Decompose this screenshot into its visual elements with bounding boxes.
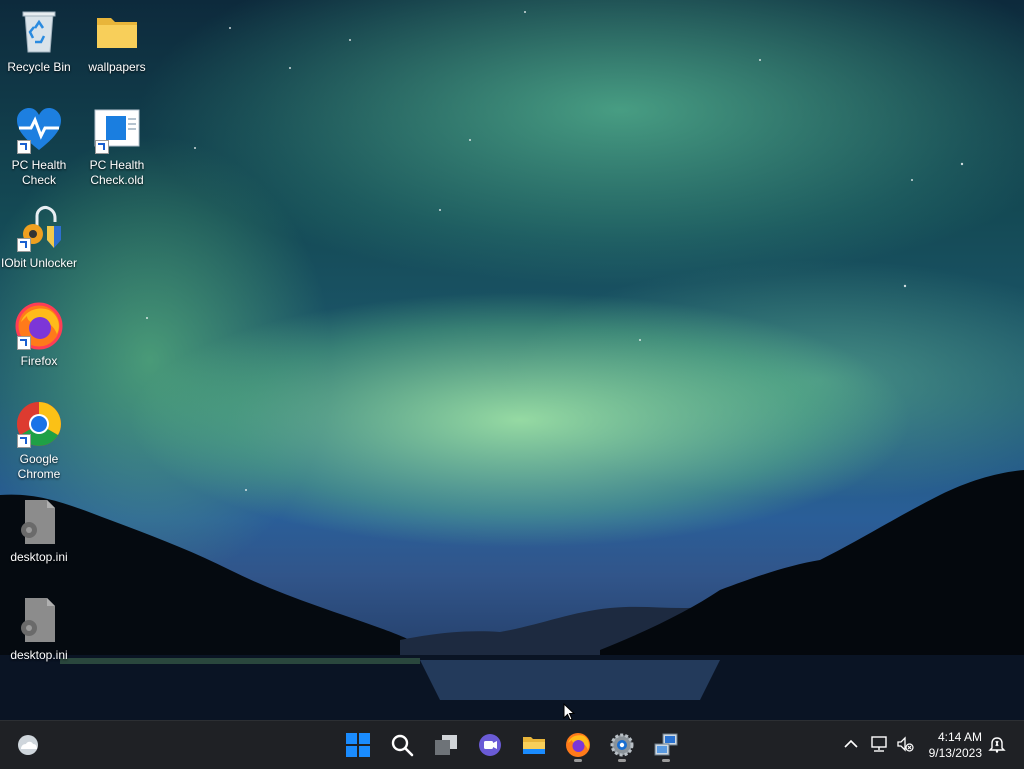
task-view-button[interactable] <box>428 727 464 763</box>
volume-muted-icon[interactable] <box>896 735 914 753</box>
desktop-icon-label: PC Health Check.old <box>89 158 145 187</box>
taskbar: 4:14 AM 9/13/2023 <box>0 720 1024 769</box>
desktop-icon-label: IObit Unlocker <box>0 256 78 270</box>
network-computer-icon <box>654 733 678 756</box>
desktop-icon-desktop-ini-1[interactable]: desktop.ini <box>0 498 78 565</box>
clock-date: 9/13/2023 <box>928 746 982 760</box>
running-indicator <box>574 759 582 762</box>
running-indicator <box>618 759 626 762</box>
notification-icon[interactable] <box>988 735 1006 753</box>
desktop-icon-recycle-bin[interactable]: Recycle Bin <box>0 8 78 75</box>
running-indicator <box>662 759 670 762</box>
desktop-icon-label: wallpapers <box>88 60 146 74</box>
settings-file-icon <box>21 500 55 544</box>
desktop-icon-google-chrome[interactable]: Google Chrome <box>0 400 78 482</box>
weather-cloud-icon <box>18 735 38 755</box>
folder-icon <box>523 737 545 754</box>
desktop-icon-wallpapers[interactable]: wallpapers <box>78 8 156 75</box>
chat-button[interactable] <box>472 727 508 763</box>
desktop-icon-pc-health-check[interactable]: PC Health Check <box>0 106 78 188</box>
app-taskbar-button[interactable] <box>648 727 684 763</box>
shortcut-arrow-icon <box>17 238 31 252</box>
taskbar-clock[interactable]: 4:14 AM 9/13/2023 <box>929 729 982 761</box>
gear-icon <box>610 733 634 757</box>
network-icon[interactable] <box>870 735 888 753</box>
mouse-cursor-icon <box>563 703 575 721</box>
windows-start-icon <box>346 733 370 757</box>
shortcut-arrow-icon <box>17 336 31 350</box>
desktop-icon-label: Recycle Bin <box>7 60 71 74</box>
search-button[interactable] <box>384 727 420 763</box>
search-icon <box>391 734 414 757</box>
shortcut-arrow-icon <box>95 140 109 154</box>
file-explorer-button[interactable] <box>516 727 552 763</box>
task-view-icon <box>435 735 457 755</box>
desktop-icon-label: Firefox <box>20 354 58 368</box>
chevron-up-icon[interactable] <box>842 735 860 753</box>
start-button[interactable] <box>340 727 376 763</box>
desktop-icon-pc-health-check-old[interactable]: PC Health Check.old <box>78 106 156 188</box>
clock-time: 4:14 AM <box>937 730 982 744</box>
chat-icon <box>479 734 501 756</box>
desktop-icon-label: PC Health Check <box>11 158 67 187</box>
settings-taskbar-button[interactable] <box>604 727 640 763</box>
desktop-icon-desktop-ini-2[interactable]: desktop.ini <box>0 596 78 663</box>
recycle-bin-icon <box>22 11 56 53</box>
weather-widget-button[interactable] <box>10 727 46 763</box>
settings-file-icon <box>21 598 55 642</box>
firefox-icon <box>566 733 590 757</box>
shortcut-arrow-icon <box>17 434 31 448</box>
desktop-icon-firefox[interactable]: Firefox <box>0 302 78 369</box>
desktop-icon-iobit-unlocker[interactable]: IObit Unlocker <box>0 204 78 271</box>
desktop-icon-label: desktop.ini <box>10 648 68 662</box>
folder-icon <box>97 18 137 48</box>
firefox-taskbar-button[interactable] <box>560 727 596 763</box>
desktop-icon-label: desktop.ini <box>10 550 68 564</box>
desktop-icon-label: Google Chrome <box>17 452 61 481</box>
shortcut-arrow-icon <box>17 140 31 154</box>
